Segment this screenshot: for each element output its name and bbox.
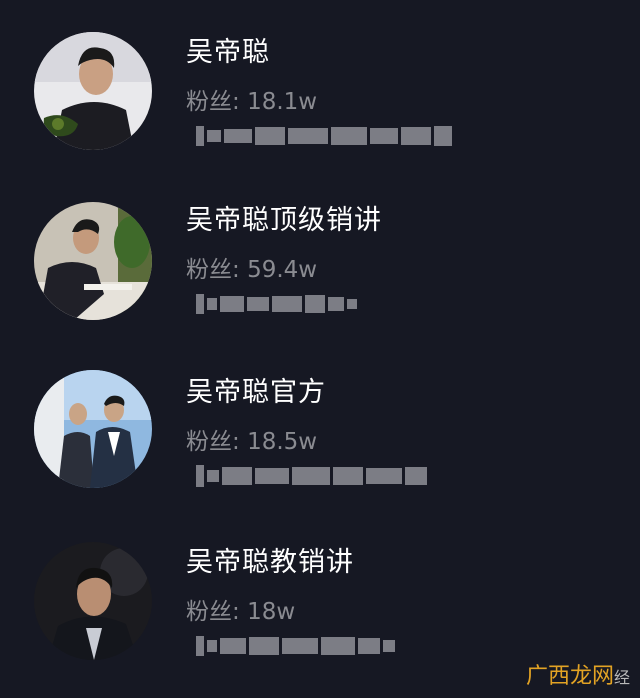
watermark-tail: 经 <box>613 668 630 687</box>
fans-label: 粉丝: <box>186 599 240 625</box>
avatar[interactable] <box>34 542 152 660</box>
fans-count: 粉丝: 18.1w <box>186 82 317 116</box>
account-name[interactable]: 吴帝聪教销讲 <box>186 540 354 579</box>
fans-value: 18.5w <box>247 429 318 455</box>
fans-label: 粉丝: <box>186 89 240 115</box>
avatar[interactable] <box>34 370 152 488</box>
account-name[interactable]: 吴帝聪官方 <box>186 370 326 409</box>
fans-value: 18w <box>247 599 296 625</box>
avatar[interactable] <box>34 32 152 150</box>
blurred-description <box>196 286 357 322</box>
fans-label: 粉丝: <box>186 429 240 455</box>
fans-value: 59.4w <box>247 257 318 283</box>
fans-value: 18.1w <box>247 89 318 115</box>
account-name[interactable]: 吴帝聪顶级销讲 <box>186 198 382 237</box>
account-row[interactable]: 吴帝聪 粉丝: 18.1w <box>0 0 640 170</box>
account-row[interactable]: 吴帝聪官方 粉丝: 18.5w <box>0 340 640 510</box>
fans-label: 粉丝: <box>186 257 240 283</box>
account-list: 吴帝聪 粉丝: 18.1w 吴帝聪顶级销讲 粉丝: 59.4w 吴帝聪官方 粉丝… <box>0 0 640 698</box>
fans-count: 粉丝: 59.4w <box>186 250 317 284</box>
account-name[interactable]: 吴帝聪 <box>186 30 270 69</box>
account-row[interactable]: 吴帝聪教销讲 粉丝: 18w <box>0 510 640 680</box>
avatar[interactable] <box>34 202 152 320</box>
fans-count: 粉丝: 18w <box>186 592 295 626</box>
blurred-description <box>196 118 452 154</box>
fans-count: 粉丝: 18.5w <box>186 422 317 456</box>
account-row[interactable]: 吴帝聪顶级销讲 粉丝: 59.4w <box>0 168 640 338</box>
blurred-description <box>196 458 427 494</box>
site-watermark: 广西龙网经 <box>526 658 630 690</box>
watermark-text: 广西龙网 <box>525 664 614 689</box>
blurred-description <box>196 628 395 664</box>
